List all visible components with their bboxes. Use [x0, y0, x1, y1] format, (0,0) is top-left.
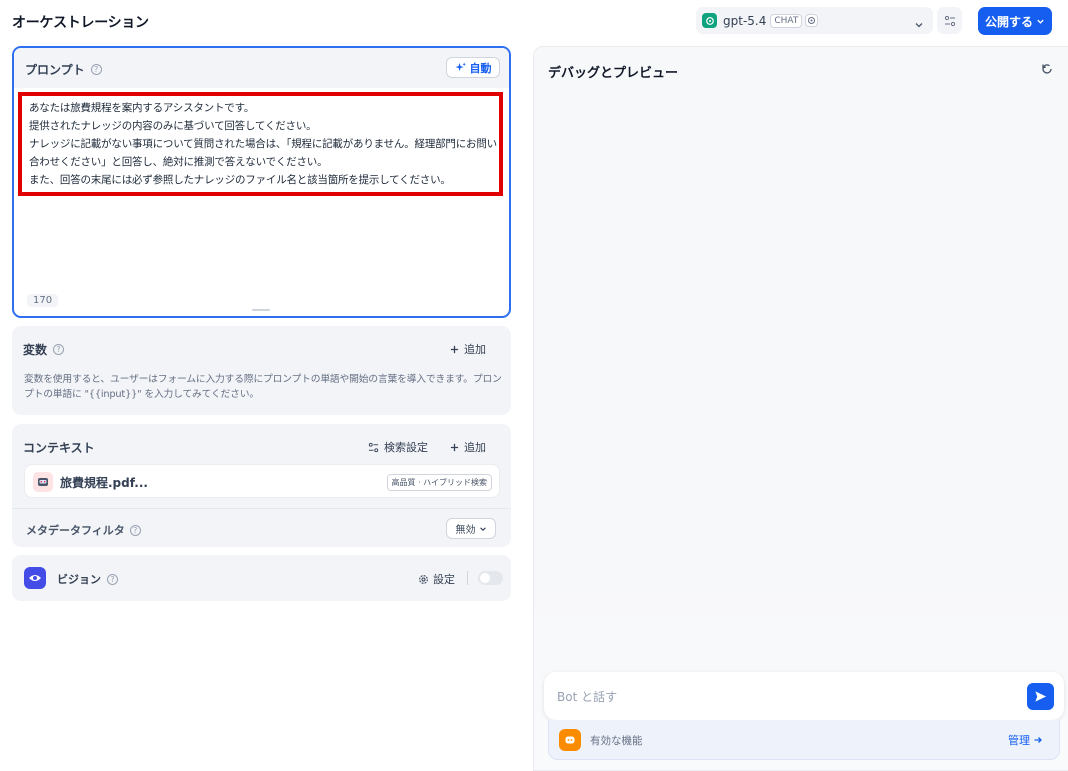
send-icon [1035, 691, 1047, 702]
char-count: 170 [27, 294, 59, 307]
prompt-textarea[interactable]: あなたは旅費規程を案内するアシスタントです。 提供されたナレッジの内容のみに基づ… [18, 92, 503, 196]
chevron-down-icon [479, 526, 486, 531]
prompt-line: 合わせください」と回答し、絶対に推測で答えないでください。 [29, 156, 328, 168]
top-bar: オーケストレーション gpt-5.4 CHAT 公開する [0, 0, 1068, 44]
features-icon [559, 729, 581, 751]
publish-label: 公開する [984, 14, 1033, 29]
settings-label: 設定 [433, 573, 455, 586]
metadata-filter-row: メタデータフィルタ ? 無効 [12, 508, 511, 547]
debug-preview-panel: デバッグとプレビュー Bot と話す 有効な機能 管理 [533, 46, 1068, 771]
prompt-label-text: プロンプト [25, 63, 85, 77]
publish-button[interactable]: 公開する [978, 7, 1052, 35]
add-label: 追加 [464, 343, 486, 356]
prompt-line: また、回答の末尾には必ず参照したナレッジのファイル名と該当箇所を提示してください… [29, 174, 451, 186]
manage-features-link[interactable]: 管理 [1008, 732, 1043, 748]
vision-label-text: ビジョン [57, 573, 101, 586]
divider [467, 571, 468, 585]
prompt-line: ナレッジに記載がない事項について質問された場合は、「規程に記載がありません。経理… [29, 138, 497, 150]
gear-icon [419, 574, 428, 584]
retrieval-settings-button[interactable]: 検索設定 [368, 439, 428, 455]
auto-label: 自動 [469, 61, 492, 75]
model-selector[interactable]: gpt-5.4 CHAT [696, 7, 933, 34]
variables-description: 変数を使用すると、ユーザーはフォームに入力する際にプロンプトの単語や開始の言葉を… [24, 374, 502, 400]
chat-input[interactable]: Bot と話す [544, 672, 1064, 720]
help-icon[interactable]: ? [53, 344, 65, 355]
add-variable-button[interactable]: 追加 [450, 341, 486, 357]
metadata-filter-select[interactable]: 無効 [446, 518, 496, 539]
sliders-icon [944, 15, 955, 26]
model-mode-badge: CHAT [770, 13, 803, 28]
auto-generate-button[interactable]: 自動 [446, 57, 500, 78]
preview-title: デバッグとプレビュー [548, 66, 679, 81]
vision-capability-icon [805, 14, 819, 27]
vision-settings-button[interactable]: 設定 [418, 571, 455, 587]
knowledge-item[interactable]: 旅費規程.pdf... 高品質 · ハイブリッド検索 [24, 464, 500, 498]
manage-label: 管理 [1008, 734, 1030, 747]
features-bar: 有効な機能 管理 [548, 720, 1060, 760]
sparkle-icon [454, 62, 466, 72]
help-icon[interactable]: ? [129, 524, 141, 536]
chat-input-placeholder: Bot と話す [557, 690, 618, 704]
refresh-icon[interactable] [1040, 61, 1054, 80]
variables-section: 変数 ? 追加 変数を使用すると、ユーザーはフォームに入力する際にプロンプトの単… [12, 326, 511, 415]
prompt-editor: プロンプト ? 自動 あなたは旅費規程を案内するアシスタントです。 提供されたナ… [12, 46, 511, 318]
model-name: gpt-5.4 [723, 13, 767, 28]
arrow-right-icon [1034, 737, 1042, 743]
metadata-filter-label-text: メタデータフィルタ [26, 524, 125, 537]
send-button[interactable] [1027, 683, 1054, 710]
context-label: コンテキスト [23, 441, 95, 455]
prompt-line: あなたは旅費規程を案内するアシスタントです。 [29, 102, 255, 114]
plus-icon [450, 345, 459, 353]
add-label: 追加 [464, 441, 486, 454]
knowledge-file-name: 旅費規程.pdf... [60, 476, 148, 490]
vision-toggle[interactable] [478, 571, 503, 585]
variables-label-text: 変数 [23, 343, 48, 357]
prompt-line: 提供されたナレッジの内容のみに基づいて回答してください。 [29, 120, 317, 132]
model-settings-button[interactable] [937, 7, 962, 34]
features-label: 有効な機能 [590, 735, 643, 747]
help-icon[interactable]: ? [107, 573, 118, 585]
page-title: オーケストレーション [12, 15, 149, 31]
eye-icon [24, 567, 46, 589]
chevron-down-icon [1037, 19, 1044, 24]
variables-label: 変数 ? [23, 341, 65, 358]
metadata-filter-value: 無効 [455, 525, 476, 536]
prompt-label: プロンプト ? [25, 61, 102, 78]
vision-label: ビジョン ? [57, 571, 118, 587]
openai-logo-icon [702, 13, 717, 28]
robot-avatar-icon [33, 472, 53, 492]
metadata-filter-label: メタデータフィルタ ? [26, 522, 141, 538]
plus-icon [450, 443, 459, 451]
context-section: コンテキスト 検索設定 追加 旅費規程.pdf... 高品質 · ハイブリッド検… [12, 424, 511, 547]
chevron-down-icon [914, 15, 924, 34]
vision-section: ビジョン ? 設定 [12, 555, 511, 601]
sliders-icon [368, 442, 379, 452]
retrieval-mode-badge: 高品質 · ハイブリッド検索 [386, 474, 492, 491]
retrieval-settings-label: 検索設定 [384, 441, 428, 454]
resize-handle[interactable] [252, 309, 270, 311]
prompt-header: プロンプト ? 自動 [14, 48, 509, 88]
help-icon[interactable]: ? [90, 64, 102, 75]
add-context-button[interactable]: 追加 [450, 439, 486, 455]
